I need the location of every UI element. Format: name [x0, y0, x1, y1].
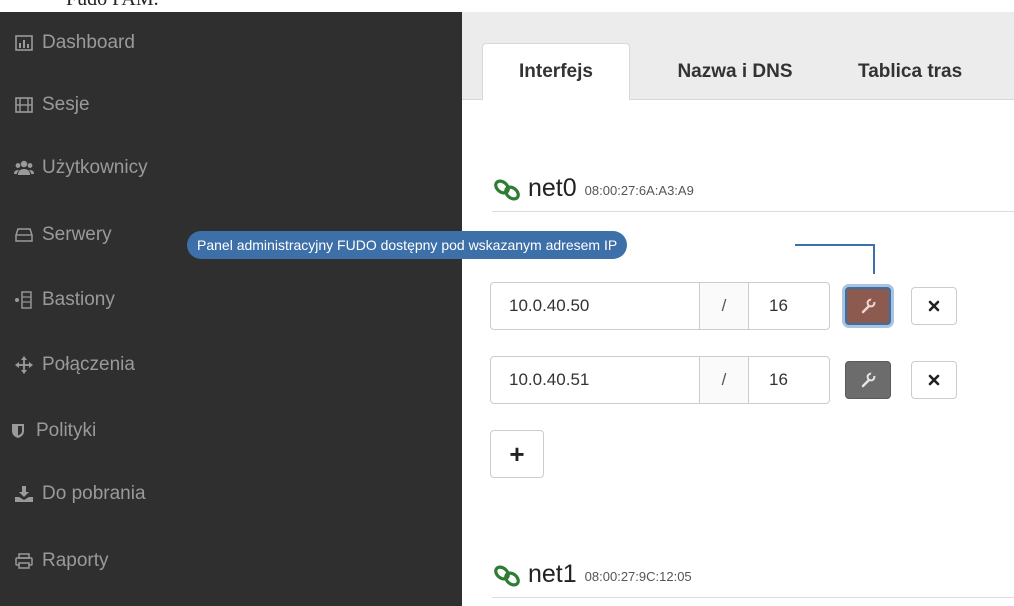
document-caption: Fudo PAM. [0, 0, 1014, 12]
mask-separator: / [699, 282, 749, 330]
main-panel: Interfejs Nazwa i DNS Tablica tras net0 … [462, 12, 1014, 606]
ip-address-row: 10.0.40.50 / 16 [490, 282, 990, 332]
tab-nazwa-i-dns[interactable]: Nazwa i DNS [640, 43, 830, 100]
ip-address-input[interactable]: 10.0.40.50 [490, 282, 700, 330]
ip-address-row: 10.0.40.51 / 16 [490, 356, 990, 406]
film-icon [14, 95, 34, 115]
sidebar-item-polityki[interactable]: Polityki [0, 411, 462, 451]
interface-mac: 08:00:27:9C:12:05 [584, 569, 692, 584]
sidebar-item-bastiony[interactable]: Bastiony [0, 280, 462, 320]
plus-icon: + [509, 439, 525, 469]
interface-mac: 08:00:27:6A:A3:A9 [584, 183, 694, 198]
add-address-button[interactable]: + [490, 430, 544, 478]
netmask-input[interactable]: 16 [748, 356, 830, 404]
bastion-icon [14, 290, 34, 310]
wrench-icon [861, 298, 876, 314]
download-icon [14, 484, 34, 504]
bar-chart-icon [14, 33, 34, 53]
admin-panel-callout: Panel administracyjny FUDO dostępny pod … [187, 231, 628, 259]
tab-interfejs[interactable]: Interfejs [482, 43, 630, 100]
interface-name: net0 [528, 174, 577, 202]
link-icon [494, 565, 520, 587]
netmask-input[interactable]: 16 [748, 282, 830, 330]
sidebar-item-polaczenia[interactable]: Połączenia [0, 345, 462, 385]
divider [492, 597, 1014, 598]
sidebar-item-sesje[interactable]: Sesje [0, 85, 462, 125]
admin-panel-button[interactable] [845, 287, 891, 325]
close-icon [928, 300, 940, 312]
mask-separator: / [699, 356, 749, 404]
sidebar-item-label: Serwery [42, 224, 112, 245]
shield-icon [8, 421, 28, 441]
admin-panel-button[interactable] [845, 361, 891, 399]
caption-text: Fudo PAM. [66, 0, 159, 11]
tab-bar: Interfejs Nazwa i DNS Tablica tras [462, 12, 1014, 100]
tab-tablica-tras[interactable]: Tablica tras [858, 43, 1014, 100]
link-icon [494, 179, 520, 201]
sidebar-item-label: Do pobrania [42, 483, 146, 504]
interface-header-net0: net0 08:00:27:6A:A3:A9 [492, 166, 694, 202]
close-icon [928, 374, 940, 386]
remove-address-button[interactable] [911, 361, 957, 399]
sidebar-item-do-pobrania[interactable]: Do pobrania [0, 474, 462, 514]
users-icon [14, 158, 34, 178]
sidebar-item-label: Sesje [42, 94, 90, 115]
sidebar-item-label: Bastiony [42, 289, 115, 310]
print-icon [14, 551, 34, 571]
sidebar-item-uzytkownicy[interactable]: Użytkownicy [0, 148, 462, 188]
remove-address-button[interactable] [911, 287, 957, 325]
sidebar-item-label: Raporty [42, 550, 109, 571]
interface-header-net1: net1 08:00:27:9C:12:05 [492, 552, 692, 588]
divider [492, 211, 1014, 212]
callout-leader-line [795, 244, 875, 246]
sidebar-item-dashboard[interactable]: Dashboard [0, 23, 462, 63]
sidebar-item-label: Połączenia [42, 354, 135, 375]
callout-text: Panel administracyjny FUDO dostępny pod … [197, 237, 618, 253]
move-icon [14, 355, 34, 375]
sidebar-item-raporty[interactable]: Raporty [0, 541, 462, 581]
interface-name: net1 [528, 560, 577, 588]
callout-leader-line [873, 244, 875, 274]
sidebar-item-label: Dashboard [42, 32, 135, 53]
sidebar-item-label: Polityki [36, 420, 97, 441]
sidebar: Dashboard Sesje Użytkownicy Serwery Bast… [0, 12, 462, 606]
ip-address-input[interactable]: 10.0.40.51 [490, 356, 700, 404]
wrench-icon [861, 372, 876, 388]
sidebar-item-label: Użytkownicy [42, 157, 148, 178]
server-icon [14, 225, 34, 245]
